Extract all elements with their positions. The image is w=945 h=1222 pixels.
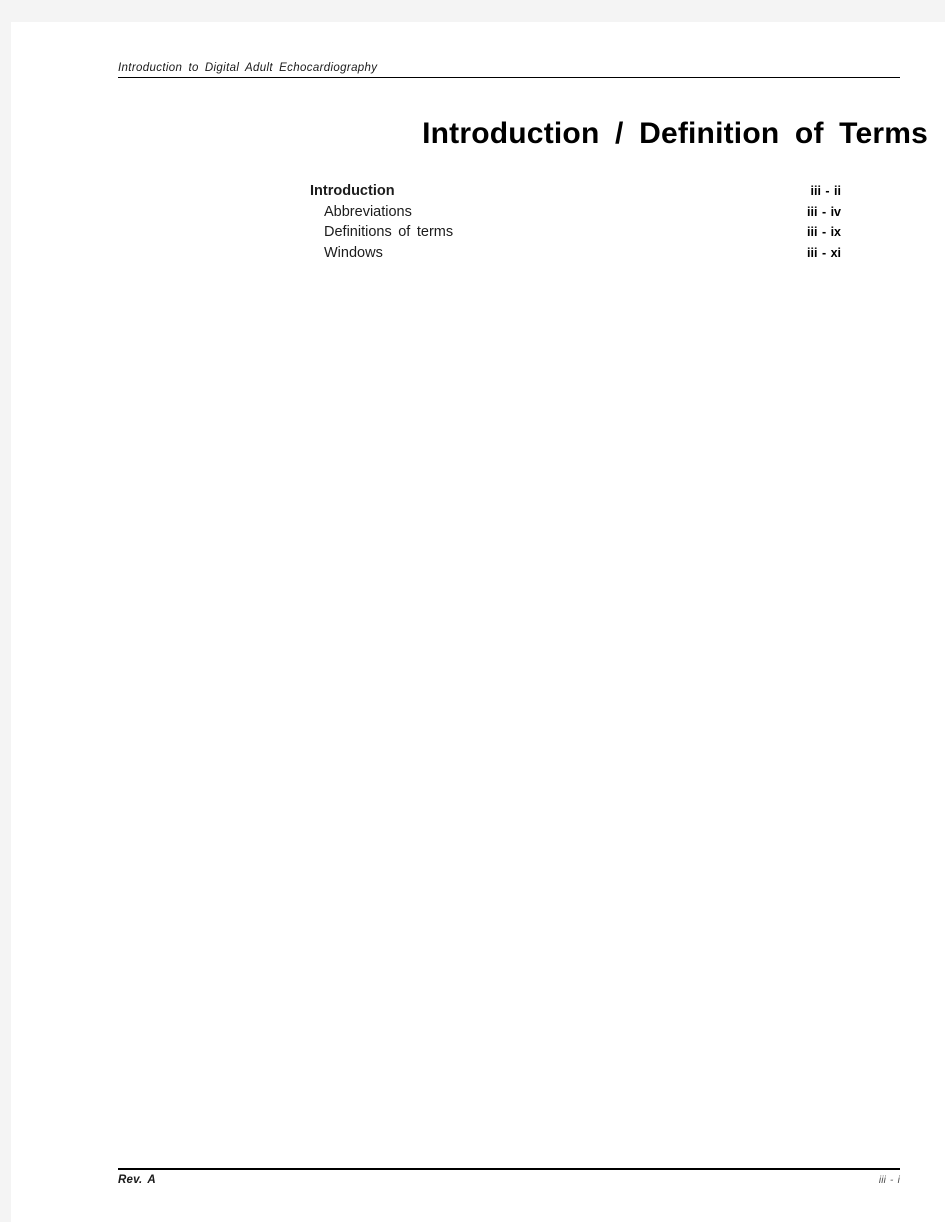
toc-entry-windows[interactable]: Windows iii - xi — [299, 244, 841, 266]
page-title: Introduction / Definition of Terms — [422, 117, 928, 150]
page-number: iii - i — [878, 1175, 900, 1186]
page-sheet: Introduction to Digital Adult Echocardio… — [11, 22, 945, 1222]
running-footer: Rev. A iii - i — [118, 1168, 900, 1186]
table-of-contents: Introduction iii - ii Abbreviations iii … — [299, 183, 841, 266]
toc-entry-abbreviations[interactable]: Abbreviations iii - iv — [299, 203, 841, 225]
running-header-text: Introduction to Digital Adult Echocardio… — [118, 62, 378, 74]
toc-entry-definitions-of-terms[interactable]: Definitions of terms iii - ix — [299, 224, 841, 245]
toc-entry-page: iii - xi — [807, 245, 841, 260]
running-header-rule — [118, 77, 900, 78]
revision-label: Rev. A — [118, 1174, 156, 1186]
toc-entry-page: iii - ix — [807, 225, 841, 240]
running-footer-rule — [118, 1168, 900, 1170]
toc-entry-introduction[interactable]: Introduction iii - ii — [299, 183, 841, 204]
toc-entry-label: Introduction — [310, 183, 395, 199]
toc-entry-label: Abbreviations — [324, 203, 412, 220]
toc-entry-page: iii - ii — [810, 184, 841, 198]
toc-entry-label: Definitions of terms — [324, 224, 454, 241]
running-footer-line: Rev. A iii - i — [118, 1174, 900, 1186]
running-header: Introduction to Digital Adult Echocardio… — [118, 62, 900, 78]
toc-entry-page: iii - iv — [807, 204, 841, 219]
toc-entry-label: Windows — [324, 244, 383, 261]
